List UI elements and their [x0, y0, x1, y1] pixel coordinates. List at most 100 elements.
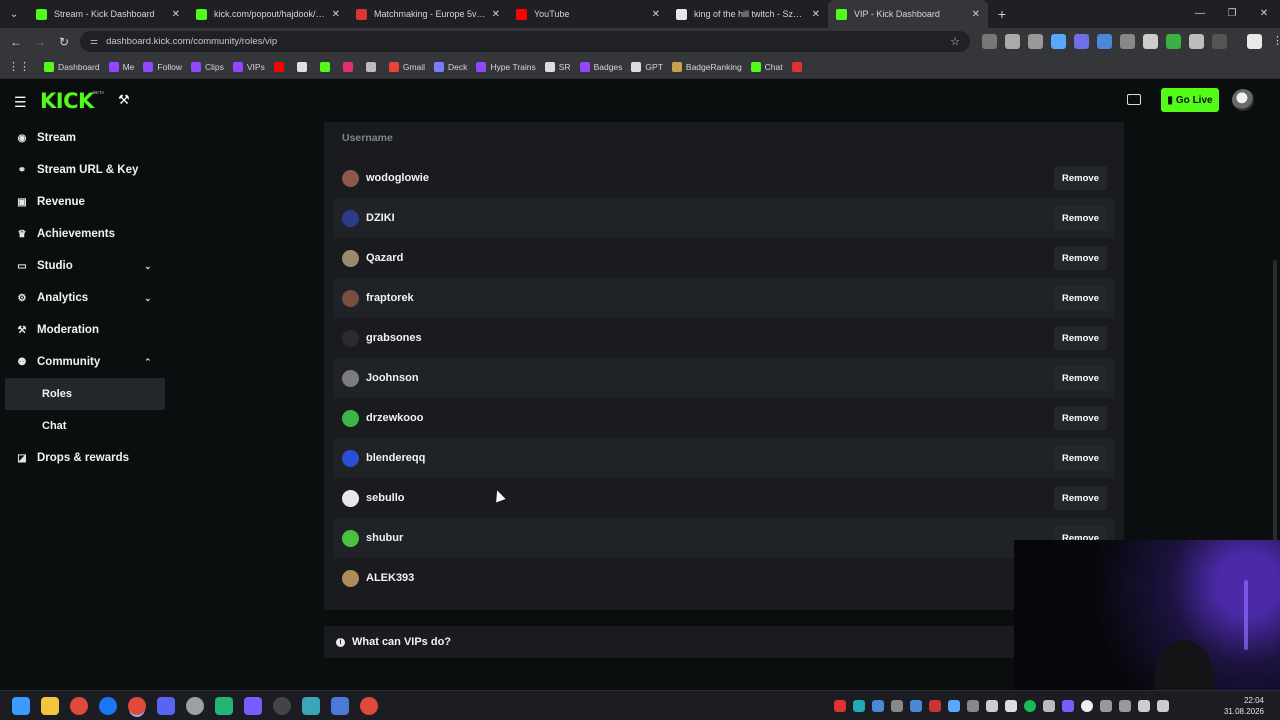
tab-close-icon[interactable]: ✕ — [172, 9, 180, 20]
avatar[interactable] — [342, 249, 359, 267]
browser-tab[interactable]: Stream - Kick Dashboard ✕ — [28, 0, 188, 28]
remove-button[interactable]: Remove — [1054, 446, 1107, 470]
extensions-puzzle-icon[interactable] — [1212, 34, 1227, 49]
chrome-icon[interactable] — [70, 697, 88, 715]
tray-icon[interactable] — [986, 700, 998, 712]
url-input[interactable]: ⚌ dashboard.kick.com/community/roles/vip… — [80, 31, 970, 52]
extension-icon[interactable] — [1120, 34, 1135, 49]
bookmark-item[interactable] — [791, 61, 806, 72]
username[interactable]: ALEK393 — [366, 572, 414, 584]
avatar[interactable] — [342, 169, 359, 187]
tray-icon[interactable] — [948, 700, 960, 712]
browser-tab[interactable]: YouTube ✕ — [508, 0, 668, 28]
chrome-active-icon[interactable] — [128, 697, 146, 715]
tray-icon[interactable] — [834, 700, 846, 712]
tray-icon[interactable] — [910, 700, 922, 712]
microphone-icon[interactable] — [1119, 700, 1131, 712]
reload-icon[interactable]: ↻ — [52, 35, 76, 49]
bookmark-item[interactable] — [365, 61, 380, 72]
username[interactable]: wodoglowie — [366, 172, 429, 184]
vpn-icon[interactable] — [331, 697, 349, 715]
chevron-icon[interactable]: ⌄ — [144, 293, 152, 304]
extension-icon[interactable] — [1074, 34, 1089, 49]
tab-close-icon[interactable]: ✕ — [812, 9, 820, 20]
bookmark-item[interactable]: Gmail — [388, 61, 425, 72]
tray-icon[interactable] — [929, 700, 941, 712]
username[interactable]: drzewkooo — [366, 412, 423, 424]
bookmark-item[interactable] — [319, 61, 334, 72]
menu-kebab-icon[interactable]: ⋮ — [1270, 34, 1280, 49]
close-window-icon[interactable]: ✕ — [1248, 0, 1280, 28]
avatar[interactable] — [342, 289, 359, 307]
grid-app-icon[interactable] — [244, 697, 262, 715]
remove-button[interactable]: Remove — [1054, 366, 1107, 390]
clock[interactable]: 22:04 31.08.2026 — [1204, 695, 1264, 717]
file-explorer-icon[interactable] — [41, 697, 59, 715]
avatar[interactable] — [342, 529, 359, 547]
sidebar-item-analytics[interactable]: ⚙ Analytics ⌄ — [0, 282, 170, 314]
sidebar-item-studio[interactable]: ▭ Studio ⌄ — [0, 250, 170, 282]
apps-grid-icon[interactable]: ⋮⋮ — [8, 60, 30, 73]
extension-icon[interactable] — [982, 34, 997, 49]
tray-icon[interactable] — [967, 700, 979, 712]
tray-icon[interactable] — [853, 700, 865, 712]
restore-icon[interactable]: ❐ — [1216, 0, 1248, 28]
scrollbar[interactable] — [1273, 260, 1277, 560]
extension-icon[interactable] — [1143, 34, 1158, 49]
extension-icon[interactable] — [1051, 34, 1066, 49]
forward-icon[interactable]: → — [28, 35, 52, 49]
remove-button[interactable]: Remove — [1054, 486, 1107, 510]
sidebar-subitem-roles[interactable]: Roles — [5, 378, 165, 410]
username[interactable]: blendereqq — [366, 452, 425, 464]
extension-icon[interactable] — [1005, 34, 1020, 49]
sidebar-item-stream-url-key[interactable]: ⚭ Stream URL & Key — [0, 154, 170, 186]
avatar[interactable] — [342, 569, 359, 587]
sidebar-item-community[interactable]: ⚉ Community ⌃ — [0, 346, 170, 378]
remove-button[interactable]: Remove — [1054, 406, 1107, 430]
chevron-icon[interactable]: ⌃ — [144, 357, 152, 368]
extension-icon[interactable] — [1028, 34, 1043, 49]
streamdeck-icon[interactable] — [302, 697, 320, 715]
tray-icon[interactable] — [1005, 700, 1017, 712]
bookmark-item[interactable]: Clips — [190, 61, 224, 72]
bookmark-item[interactable]: Follow — [143, 61, 182, 72]
tray-icon[interactable] — [1062, 700, 1074, 712]
bookmark-item[interactable]: Me — [108, 61, 134, 72]
minimize-icon[interactable]: — — [1184, 0, 1216, 28]
remove-button[interactable]: Remove — [1054, 246, 1107, 270]
remove-button[interactable]: Remove — [1054, 326, 1107, 350]
tray-icon[interactable] — [1100, 700, 1112, 712]
extension-icon[interactable] — [1189, 34, 1204, 49]
sidebar-item-achievements[interactable]: ♛ Achievements — [0, 218, 170, 250]
tab-close-icon[interactable]: ✕ — [652, 9, 660, 20]
volume-icon[interactable] — [1157, 700, 1169, 712]
tray-icon[interactable] — [872, 700, 884, 712]
bookmark-item[interactable] — [273, 61, 288, 72]
bookmark-item[interactable]: VIPs — [232, 61, 265, 72]
menu-icon[interactable]: ☰ — [14, 94, 27, 111]
bookmark-star-icon[interactable]: ☆ — [950, 35, 960, 48]
app-icon[interactable] — [186, 697, 204, 715]
chevron-icon[interactable]: ⌄ — [144, 261, 152, 272]
go-live-button[interactable]: ▮ Go Live — [1161, 88, 1219, 112]
tab-close-icon[interactable]: ✕ — [492, 9, 500, 20]
remove-button[interactable]: Remove — [1054, 166, 1107, 190]
wifi-icon[interactable] — [1138, 700, 1150, 712]
extension-icon[interactable] — [1097, 34, 1112, 49]
bookmark-item[interactable]: BadgeRanking — [671, 61, 742, 72]
chrome-profile-icon[interactable] — [360, 697, 378, 715]
username[interactable]: DZIKI — [366, 212, 395, 224]
faq-what-can-vips-do[interactable]: i What can VIPs do? — [324, 626, 1124, 658]
spotify-icon[interactable] — [1024, 700, 1036, 712]
browser-tab[interactable]: kick.com/popout/hajdook/chat ✕ — [188, 0, 348, 28]
windows-start-icon[interactable] — [12, 697, 30, 715]
bookmark-item[interactable]: Chat — [750, 61, 783, 72]
username[interactable]: Qazard — [366, 252, 403, 264]
sidebar-subitem-chat[interactable]: Chat — [5, 410, 165, 442]
site-info-icon[interactable]: ⚌ — [90, 36, 98, 47]
hammer-icon[interactable]: ⚒ — [118, 92, 130, 108]
avatar[interactable] — [342, 409, 359, 427]
new-tab-button[interactable]: + — [988, 6, 1016, 22]
kick-logo[interactable]: KICK — [40, 89, 94, 113]
bookmark-item[interactable]: Badges — [579, 61, 622, 72]
